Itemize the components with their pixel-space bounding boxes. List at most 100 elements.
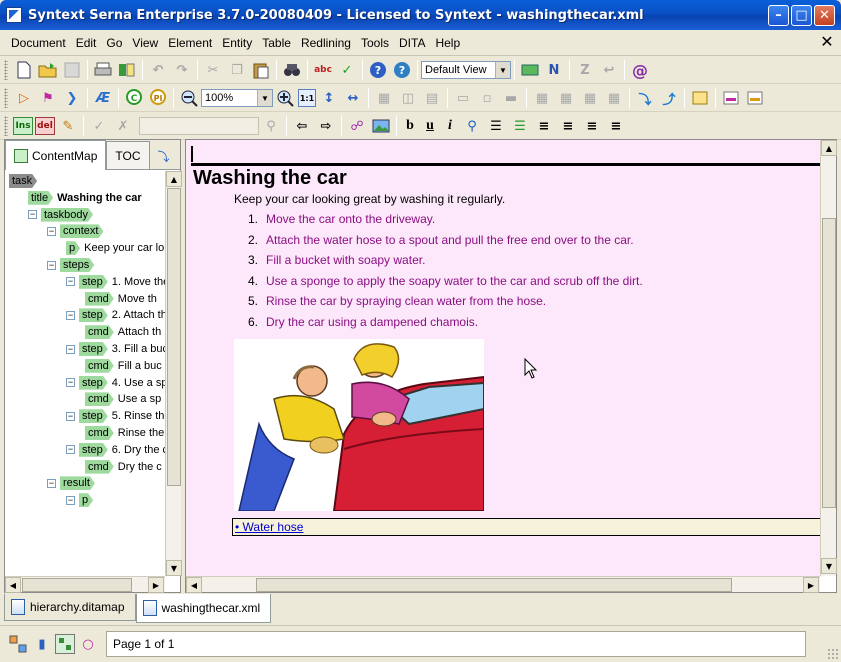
highlight-icon[interactable]: [720, 87, 742, 109]
zoom-in-icon[interactable]: [274, 87, 296, 109]
print-icon[interactable]: [92, 59, 114, 81]
pin-icon[interactable]: ⚲: [260, 115, 282, 137]
scrollbar-thumb[interactable]: [22, 578, 132, 592]
link-icon[interactable]: ☍: [346, 115, 368, 137]
zoom-select[interactable]: 100% ▼: [201, 89, 273, 107]
step-text[interactable]: Move the car onto the driveway.: [266, 212, 435, 233]
toolbar-grip[interactable]: [4, 116, 8, 136]
delete-mark-button[interactable]: del: [35, 117, 55, 135]
next-icon[interactable]: ❯: [61, 87, 83, 109]
undo-icon[interactable]: ↶: [147, 59, 169, 81]
car-washing-image[interactable]: [234, 339, 484, 511]
tree-node-p[interactable]: − p: [66, 492, 97, 508]
processing-instruction-icon[interactable]: PI: [147, 87, 169, 109]
forward-icon[interactable]: ⇨: [315, 115, 337, 137]
tree-node-steps[interactable]: − steps: [47, 257, 98, 273]
insert-row-above-icon[interactable]: ▦: [531, 87, 553, 109]
spellcheck-as-you-type-icon[interactable]: ✓: [336, 59, 358, 81]
note-icon[interactable]: [689, 87, 711, 109]
copy-icon[interactable]: ❐: [226, 59, 248, 81]
step-text[interactable]: Dry the car using a dampened chamois.: [266, 315, 478, 336]
contentmap-toggle-icon[interactable]: [55, 634, 75, 654]
collapse-icon[interactable]: −: [66, 344, 75, 354]
step-text[interactable]: Fill a bucket with soapy water.: [266, 253, 425, 274]
flag-icon[interactable]: ⚑: [37, 87, 59, 109]
cut-icon[interactable]: ✂: [202, 59, 224, 81]
scroll-down-icon[interactable]: ▼: [821, 558, 837, 574]
new-document-icon[interactable]: [13, 59, 35, 81]
scroll-up-icon[interactable]: ▲: [821, 140, 837, 156]
collapse-icon[interactable]: −: [66, 445, 75, 455]
table-column-icon[interactable]: ◫: [397, 87, 419, 109]
insert-row-below-icon[interactable]: ▦: [555, 87, 577, 109]
minimize-button[interactable]: –: [768, 4, 789, 26]
ordered-list-icon[interactable]: ☰: [485, 115, 507, 137]
tree-node-cmd[interactable]: cmd Attach th: [85, 324, 161, 340]
panel-menu-icon[interactable]: ⤵: [154, 143, 174, 169]
document-editor[interactable]: Washing the car Keep your car looking gr…: [185, 139, 837, 593]
collapse-icon[interactable]: −: [28, 210, 37, 220]
tree-node-task[interactable]: task: [9, 173, 41, 189]
chevron-down-icon[interactable]: ▼: [257, 90, 272, 106]
tree-node-cmd[interactable]: cmd Move th: [85, 291, 157, 307]
document-canvas[interactable]: Washing the car Keep your car looking gr…: [186, 140, 820, 576]
scrollbar-thumb[interactable]: [167, 188, 181, 486]
definition-list-icon[interactable]: ≡: [557, 115, 579, 137]
spellcheck-icon[interactable]: abc: [312, 59, 334, 81]
menu-document[interactable]: Document: [6, 33, 71, 53]
tree-node-title[interactable]: title Washing the car: [28, 190, 142, 206]
underline-button[interactable]: u: [420, 116, 440, 136]
step-item[interactable]: 3. Fill a bucket with soapy water.: [234, 253, 643, 274]
scroll-right-icon[interactable]: ▶: [803, 577, 819, 593]
scroll-left-icon[interactable]: ◀: [186, 577, 202, 593]
move-down-icon[interactable]: ⤵: [634, 87, 656, 109]
menu-table[interactable]: Table: [257, 33, 296, 53]
tree-node-step[interactable]: −step3. Fill a bucke: [66, 341, 165, 357]
menu-edit[interactable]: Edit: [71, 33, 102, 53]
scrollbar-thumb[interactable]: [256, 578, 732, 592]
highlight-remove-icon[interactable]: [744, 87, 766, 109]
tree-horizontal-scrollbar[interactable]: ◀ ▶: [5, 576, 165, 593]
step-text[interactable]: Attach the water hose to a spout and pul…: [266, 233, 634, 254]
context-help-icon[interactable]: ?: [391, 59, 413, 81]
tree-node-context[interactable]: − context: [47, 223, 107, 239]
document-title[interactable]: Washing the car: [193, 167, 347, 190]
insert-column-right-icon[interactable]: ▦: [603, 87, 625, 109]
zoom-out-icon[interactable]: [178, 87, 200, 109]
step-item[interactable]: 5. Rinse the car by spraying clean water …: [234, 294, 643, 315]
scroll-up-icon[interactable]: ▲: [166, 171, 182, 187]
unordered-list-icon[interactable]: ☰: [509, 115, 531, 137]
collapse-icon[interactable]: −: [66, 310, 75, 320]
email-icon[interactable]: @: [629, 59, 651, 81]
bold-button[interactable]: b: [400, 116, 420, 136]
collapse-icon[interactable]: −: [47, 478, 56, 488]
ae-icon[interactable]: Æ: [92, 87, 114, 109]
redo-icon[interactable]: ↷: [171, 59, 193, 81]
bookmark-icon[interactable]: ▮: [31, 633, 53, 655]
actual-size-icon[interactable]: 1:1: [298, 89, 316, 107]
insert-mark-button[interactable]: Ins: [13, 117, 33, 135]
play-icon[interactable]: ▷: [13, 87, 35, 109]
tab-toc[interactable]: TOC: [106, 141, 150, 169]
editor-horizontal-scrollbar[interactable]: ◀ ▶: [186, 576, 820, 593]
menu-dita[interactable]: DITA: [394, 33, 430, 53]
collapse-icon[interactable]: −: [47, 226, 56, 236]
element-input[interactable]: [139, 117, 259, 135]
step-text[interactable]: Use a sponge to apply the soapy water to…: [266, 274, 643, 295]
xref-icon[interactable]: ⚲: [461, 115, 483, 137]
tree-node-cmd[interactable]: cmd Fill a buc: [85, 358, 162, 374]
table-icon[interactable]: ▦: [373, 87, 395, 109]
menu-entity[interactable]: Entity: [217, 33, 257, 53]
book-icon[interactable]: [116, 59, 138, 81]
chevron-down-icon[interactable]: ▼: [495, 62, 510, 78]
save-icon[interactable]: [61, 59, 83, 81]
tree-node-cmd[interactable]: cmd Use a sp: [85, 391, 161, 407]
back-icon[interactable]: ⇦: [291, 115, 313, 137]
toolbar-grip[interactable]: [4, 88, 8, 108]
step-item[interactable]: 2. Attach the water hose to a spout and p…: [234, 233, 643, 254]
maximize-button[interactable]: □: [791, 4, 812, 26]
scroll-right-icon[interactable]: ▶: [148, 577, 164, 593]
short-description[interactable]: Keep your car looking great by washing i…: [234, 192, 505, 206]
collapse-icon[interactable]: −: [66, 277, 75, 287]
tree-node-taskbody[interactable]: − taskbody: [28, 207, 97, 223]
